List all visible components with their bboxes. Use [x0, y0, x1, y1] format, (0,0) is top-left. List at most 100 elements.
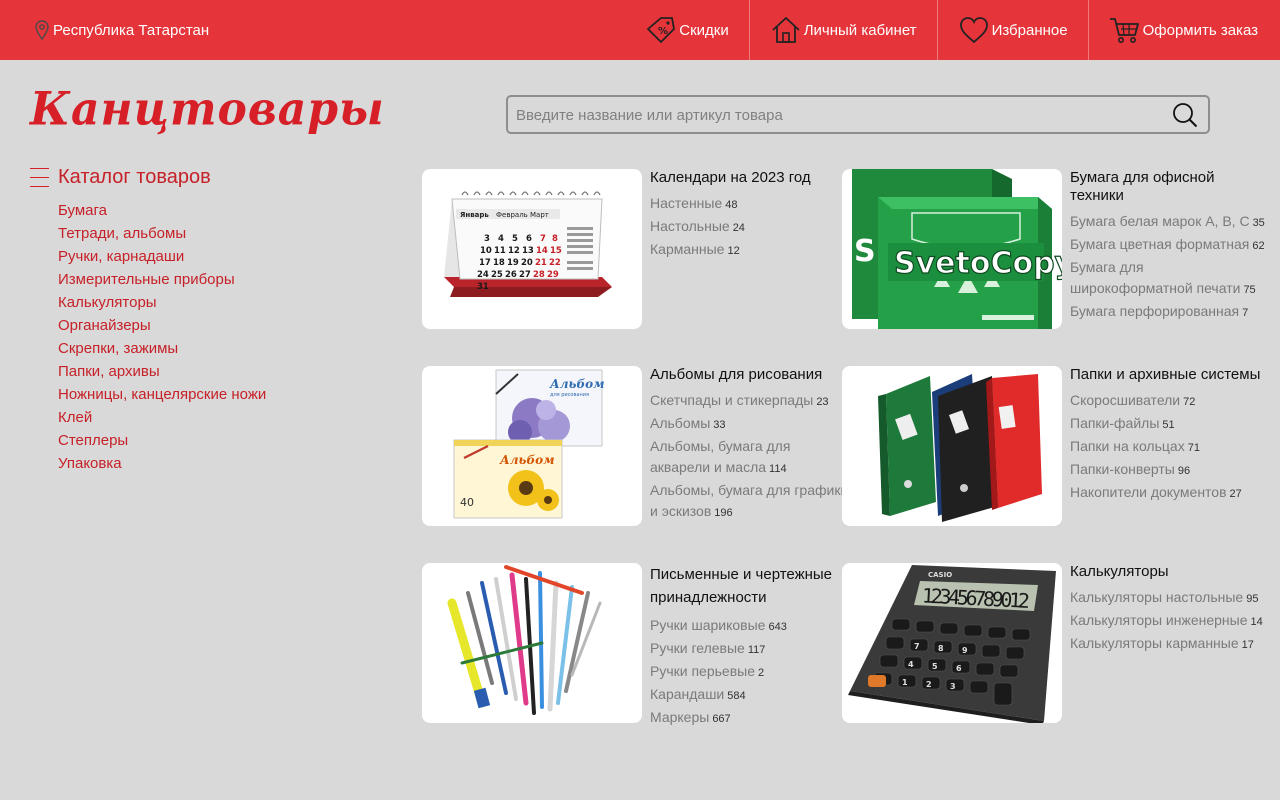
subcategory-link[interactable]: Настольные 24: [650, 216, 850, 239]
nav-checkout[interactable]: Оформить заказ: [1087, 0, 1280, 60]
svg-text:7: 7: [914, 642, 920, 651]
calendar-day: 20: [521, 258, 533, 268]
subcategory-link[interactable]: Карандаши 584: [650, 684, 850, 707]
subcategory-link[interactable]: Бумага для широкоформатной печати 75: [1070, 257, 1270, 301]
catalog-item-paper[interactable]: Бумага: [58, 200, 266, 223]
catalog-header[interactable]: Каталог товаров: [30, 166, 211, 189]
subcategory-link[interactable]: Ручки перьевые 2: [650, 661, 850, 684]
subcategory-count: 643: [768, 621, 787, 633]
subcategory-count: 96: [1177, 465, 1191, 477]
catalog-item-calculators[interactable]: Калькуляторы: [58, 292, 266, 315]
category-title[interactable]: Альбомы для рисования: [650, 366, 850, 384]
subcategory-link[interactable]: Папки-файлы 51: [1070, 413, 1270, 436]
pens-image: [447, 565, 602, 715]
category-card-office-paper: SvetoCopy S Бумага для офисной техники Б…: [842, 169, 1265, 339]
calendar-day: 25: [491, 270, 503, 280]
search-icon[interactable]: [1172, 102, 1198, 128]
calendar-day: 19: [507, 258, 519, 268]
catalog-item-clips[interactable]: Скрепки, зажимы: [58, 338, 266, 361]
category-card-albums: Альбом для рисования Альбом 40 Альбомы д…: [422, 366, 848, 536]
subcategory-link[interactable]: Скетчпады и стикерпады 23: [650, 390, 850, 413]
catalog-item-pens[interactable]: Ручки, карнадаши: [58, 246, 266, 269]
subcategory-link[interactable]: Бумага белая марок A, B, C 35: [1070, 211, 1270, 234]
subcategory-name: Маркеры: [650, 709, 710, 725]
subcategory-link[interactable]: Альбомы, бумага для графики и эскизов 196: [650, 480, 850, 524]
subcategory-link[interactable]: Папки-конверты 96: [1070, 459, 1270, 482]
subcategory-count: 584: [727, 690, 746, 702]
category-title[interactable]: Письменные и чертежные принадлежности: [650, 563, 850, 609]
top-bar: Республика Татарстан % Скидки Личный каб…: [0, 0, 1280, 60]
svg-text:9: 9: [962, 646, 968, 655]
calendar-day: 7: [540, 234, 546, 244]
subcategory-name: Бумага белая марок A, B, C: [1070, 213, 1250, 229]
calendar-image: Январь Февраль Март 3 4 5 6 7 8 10 11 12…: [444, 191, 612, 297]
nav-account[interactable]: Личный кабинет: [748, 0, 937, 60]
subcategory-name: Настольные: [650, 218, 730, 234]
subcategory-link[interactable]: Альбомы 33: [650, 413, 850, 436]
catalog-item-notebooks[interactable]: Тетради, альбомы: [58, 223, 266, 246]
category-image-calendar[interactable]: Январь Февраль Март 3 4 5 6 7 8 10 11 12…: [422, 169, 642, 329]
subcategory-link[interactable]: Ручки шариковые 643: [650, 615, 850, 638]
subcategory-link[interactable]: Ручки гелевые 117: [650, 638, 850, 661]
catalog-item-packaging[interactable]: Упаковка: [58, 453, 266, 476]
nav-discounts[interactable]: % Скидки: [625, 0, 748, 60]
album-title-text: Альбом: [549, 377, 605, 391]
cart-icon: [1109, 18, 1139, 43]
subcategory-name: Калькуляторы настольные: [1070, 589, 1244, 605]
subcategory-link[interactable]: Калькуляторы настольные 95: [1070, 587, 1270, 610]
svg-text:5: 5: [932, 662, 938, 671]
catalog-item-scissors[interactable]: Ножницы, канцелярские ножи: [58, 384, 266, 407]
subcategory-count: 48: [725, 199, 738, 211]
catalog-list: Бумага Тетради, альбомы Ручки, карнадаши…: [58, 200, 266, 476]
subcategory-count: 12: [727, 245, 740, 257]
category-info: Письменные и чертежные принадлежности Ру…: [650, 563, 850, 730]
heart-icon: [959, 17, 988, 44]
category-title[interactable]: Календари на 2023 год: [650, 169, 850, 187]
category-image-folders[interactable]: [842, 366, 1062, 526]
albums-image: Альбом для рисования Альбом 40: [453, 369, 605, 519]
svg-text:1: 1: [902, 678, 908, 687]
subcategory-link[interactable]: Бумага цветная форматная 62: [1070, 234, 1270, 257]
calendar-day: 12: [508, 246, 520, 256]
category-info: Калькуляторы Калькуляторы настольные 95 К…: [1070, 563, 1270, 656]
site-logo[interactable]: Канцтовары: [30, 83, 385, 137]
category-image-albums[interactable]: Альбом для рисования Альбом 40: [422, 366, 642, 526]
subcategory-link[interactable]: Маркеры 667: [650, 707, 850, 730]
nav-favorites[interactable]: Избранное: [936, 0, 1088, 60]
catalog-item-measuring[interactable]: Измерительные приборы: [58, 269, 266, 292]
category-title[interactable]: Бумага для офисной техники: [1070, 169, 1270, 205]
category-title[interactable]: Папки и архивные системы: [1070, 366, 1270, 384]
category-title[interactable]: Калькуляторы: [1070, 563, 1270, 581]
subcategory-link[interactable]: Калькуляторы инженерные 14: [1070, 610, 1270, 633]
subcategory-link[interactable]: Скоросшиватели 72: [1070, 390, 1270, 413]
subcategory-link[interactable]: Альбомы, бумага для акварели и масла 114: [650, 436, 850, 480]
category-info: Альбомы для рисования Скетчпады и стикер…: [650, 366, 850, 524]
subcategory-link[interactable]: Папки на кольцах 71: [1070, 436, 1270, 459]
category-image-pens[interactable]: [422, 563, 642, 723]
catalog-item-folders[interactable]: Папки, архивы: [58, 361, 266, 384]
subcategory-link[interactable]: Настенные 48: [650, 193, 850, 216]
subcategory-count: 33: [713, 419, 726, 431]
catalog-item-glue[interactable]: Клей: [58, 407, 266, 430]
calculator-image: CASIO 123456789012 789 456 123: [848, 565, 1056, 723]
subcategory-link[interactable]: Калькуляторы карманные 17: [1070, 633, 1270, 656]
subcategory-link[interactable]: Карманные 12: [650, 239, 850, 262]
category-image-calculator[interactable]: CASIO 123456789012 789 456 123: [842, 563, 1062, 723]
calendar-day: 3: [484, 234, 490, 244]
subcategory-link[interactable]: Бумага перфорированная 7: [1070, 301, 1270, 324]
search-input[interactable]: [516, 104, 1156, 126]
calendar-day: 11: [494, 246, 506, 256]
header-nav: % Скидки Личный кабинет Избранное Оформи…: [625, 0, 1280, 60]
catalog-item-staplers[interactable]: Степлеры: [58, 430, 266, 453]
calendar-day: 5: [512, 234, 518, 244]
subcategory-name: Калькуляторы карманные: [1070, 635, 1239, 651]
catalog-item-organizers[interactable]: Органайзеры: [58, 315, 266, 338]
calendar-day: 21: [535, 258, 547, 268]
subcategory-name: Калькуляторы инженерные: [1070, 612, 1248, 628]
subcategory-link[interactable]: Накопители документов 27: [1070, 482, 1270, 505]
category-image-paper[interactable]: SvetoCopy S: [842, 169, 1062, 329]
region-selector[interactable]: Республика Татарстан: [35, 19, 209, 41]
subcategory-count: 114: [769, 463, 787, 475]
calendar-day: 28: [533, 270, 545, 280]
menu-icon[interactable]: [30, 168, 49, 187]
